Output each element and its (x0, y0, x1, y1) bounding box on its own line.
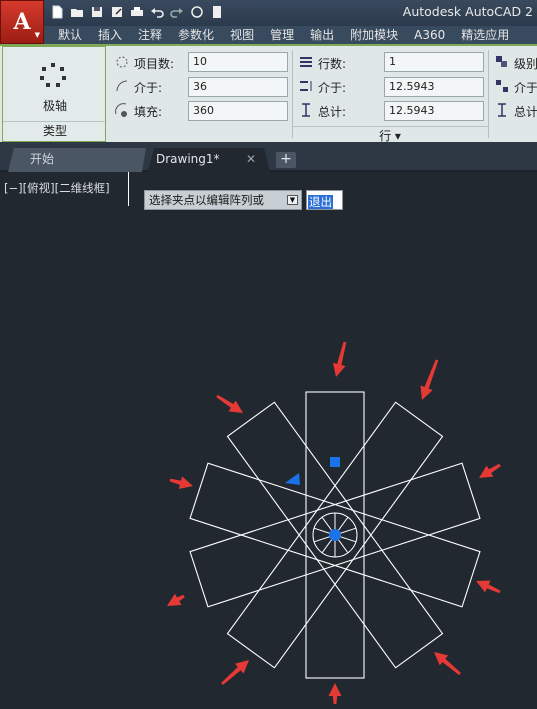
fill-angle-icon (115, 103, 127, 117)
tab-annotate[interactable]: 注释 (130, 26, 170, 44)
type-panel-title: 类型 (3, 121, 107, 141)
redo-icon[interactable] (168, 3, 186, 21)
row-spacing-field[interactable]: 12.5943 (384, 77, 484, 97)
autocad-window: Autodesk AutoCAD 2 A ▼ 默认 插入 注释 参数化 视图 管… (0, 0, 537, 709)
annotation-arrow (221, 660, 249, 686)
ribbon-array-panel: 极轴 类型 项目数: 10 介于: 36 填充: 360 行数: 1 介于: 1… (0, 44, 537, 143)
polar-array-button-label[interactable]: 极轴 (3, 97, 107, 114)
tab-addins[interactable]: 附加模块 (342, 26, 406, 44)
open-file-icon[interactable] (68, 3, 86, 21)
level-spacing-icon (496, 80, 508, 92)
undo-icon[interactable] (148, 3, 166, 21)
angle-between-icon (116, 80, 128, 92)
rows-panel-title[interactable]: 行 ▾ (292, 126, 488, 143)
share-icon[interactable] (188, 3, 206, 21)
application-menu-button[interactable]: A ▼ (0, 0, 44, 44)
levels-label: 级别 (514, 57, 537, 71)
tab-start[interactable]: 开始 (8, 148, 146, 172)
window-title: Autodesk AutoCAD 2 (402, 4, 533, 19)
annotation-arrows (167, 341, 501, 704)
autocad-logo-icon: A (13, 9, 31, 35)
levels-icon (496, 56, 507, 67)
title-bar: Autodesk AutoCAD 2 (0, 0, 537, 26)
panel-divider (292, 50, 293, 138)
panel-divider (488, 50, 489, 138)
items-count-icon (116, 56, 128, 68)
annotation-arrow (479, 463, 501, 478)
center-grip[interactable] (329, 529, 341, 541)
rows-field[interactable]: 1 (384, 52, 484, 72)
angle-between-label: 介于: (134, 81, 163, 95)
tab-featured-apps[interactable]: 精选应用 (453, 26, 517, 44)
tab-drawing1[interactable]: Drawing1* ✕ (148, 148, 270, 172)
tab-default[interactable]: 默认 (50, 26, 90, 44)
save-as-icon[interactable] (108, 3, 126, 21)
tab-parametric[interactable]: 参数化 (170, 26, 222, 44)
chevron-down-icon: ▼ (34, 31, 40, 39)
fill-angle-field[interactable]: 360 (188, 101, 288, 121)
radius-grip[interactable] (330, 457, 340, 467)
quick-access-toolbar (48, 3, 226, 21)
annotation-arrow (420, 359, 439, 400)
level-spacing-label: 介于 (514, 81, 537, 95)
type-panel: 极轴 类型 (2, 46, 107, 142)
workspace-icon[interactable] (208, 3, 226, 21)
items-count-field[interactable]: 10 (188, 52, 288, 72)
row-spacing-icon (300, 81, 312, 91)
items-count-label: 项目数: (134, 57, 175, 71)
tab-output[interactable]: 输出 (302, 26, 342, 44)
tab-manage[interactable]: 管理 (262, 26, 302, 44)
row-total-label: 总计: (318, 105, 347, 119)
angle-between-field[interactable]: 36 (188, 77, 288, 97)
annotation-arrow (167, 593, 185, 606)
row-total-icon (302, 103, 310, 117)
annotation-arrow (434, 652, 461, 676)
annotation-arrow (476, 580, 501, 594)
tab-insert[interactable]: 插入 (90, 26, 130, 44)
new-file-icon[interactable] (48, 3, 66, 21)
rotation-grip[interactable] (285, 473, 300, 485)
annotation-arrow (332, 341, 347, 377)
fill-angle-label: 填充: (134, 105, 163, 119)
tab-a360[interactable]: A360 (406, 26, 453, 44)
close-icon[interactable]: ✕ (246, 148, 256, 170)
rows-icon (300, 57, 312, 67)
level-total-icon (498, 103, 506, 117)
level-total-label: 总计 (514, 105, 537, 119)
plot-icon[interactable] (128, 3, 146, 21)
tab-view[interactable]: 视图 (222, 26, 262, 44)
annotation-arrow (328, 683, 342, 704)
drawing-canvas[interactable]: [−][俯视][二维线框] 选择夹点以编辑阵列或 ▼ 退出 (0, 172, 537, 709)
rows-label: 行数: (318, 57, 347, 71)
ribbon-tab-bar: 默认 插入 注释 参数化 视图 管理 输出 附加模块 A360 精选应用 (0, 26, 537, 44)
new-tab-button[interactable]: + (276, 152, 296, 168)
drawing-tab-label: Drawing1* (156, 152, 220, 166)
annotation-arrow (216, 394, 243, 413)
annotation-arrow (169, 476, 193, 490)
file-tab-bar: 开始 Drawing1* ✕ + (0, 142, 537, 172)
row-total-field[interactable]: 12.5943 (384, 101, 484, 121)
array-drawing (167, 341, 501, 704)
polar-array-icon[interactable] (39, 61, 67, 89)
save-icon[interactable] (88, 3, 106, 21)
row-spacing-label: 介于: (318, 81, 347, 95)
